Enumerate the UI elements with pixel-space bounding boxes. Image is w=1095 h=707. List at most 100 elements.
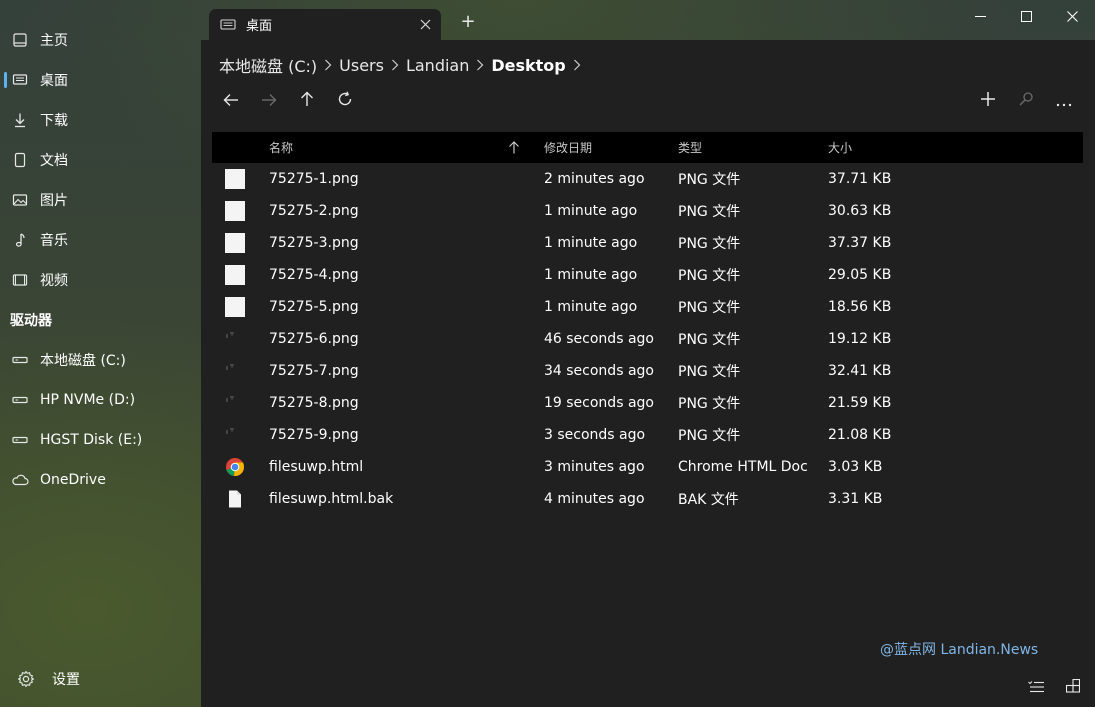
file-type: PNG 文件 (678, 236, 741, 252)
image-thumbnail-icon (225, 163, 245, 195)
table-row[interactable]: filesuwp.html.bak 4 minutes ago BAK 文件 3.31… (212, 483, 1083, 515)
sidebar-item-drive-e[interactable]: HGST Disk (E:) (0, 420, 201, 460)
file-name: filesuwp.html (269, 459, 364, 475)
forward-button[interactable] (256, 88, 282, 114)
home-icon (0, 32, 40, 48)
file-type: PNG 文件 (678, 204, 741, 220)
sidebar-item-drive-c[interactable]: 本地磁盘 (C:) (0, 340, 201, 380)
table-row[interactable]: 75275-5.png 1 minute ago PNG 文件 18.56 KB (212, 291, 1083, 323)
back-arrow-icon (223, 92, 239, 111)
close-tab-icon[interactable] (413, 19, 437, 30)
tiles-view-button[interactable] (1062, 676, 1084, 698)
close-button[interactable] (1049, 0, 1095, 32)
settings-button[interactable]: 设置 (0, 659, 201, 699)
sort-up-arrow-icon[interactable] (508, 132, 520, 163)
file-type: PNG 文件 (678, 332, 741, 348)
sidebar-item-label: HP NVMe (D:) (40, 392, 136, 408)
file-name: 75275-8.png (269, 395, 359, 411)
drives-section-header: 驱动器 (10, 313, 52, 329)
file-size: 18.56 KB (828, 299, 892, 315)
more-button[interactable] (1051, 88, 1077, 114)
file-size: 19.12 KB (828, 331, 892, 347)
image-thumbnail-icon (225, 323, 245, 355)
file-modified: 2 minutes ago (544, 171, 645, 187)
sidebar-item-videos[interactable]: 视频 (0, 260, 201, 300)
refresh-button[interactable] (332, 88, 358, 114)
chevron-right-icon[interactable] (391, 59, 399, 71)
breadcrumb-item[interactable]: Landian (406, 56, 469, 75)
table-row[interactable]: 75275-9.png 3 seconds ago PNG 文件 21.08 KB (212, 419, 1083, 451)
tab-desktop[interactable]: 桌面 (209, 9, 441, 40)
chevron-right-icon[interactable] (324, 59, 332, 71)
image-thumbnail-icon (225, 227, 245, 259)
breadcrumb: 本地磁盘 (C:) Users Landian Desktop (219, 52, 588, 78)
file-size: 37.37 KB (828, 235, 892, 251)
sidebar-item-label: OneDrive (40, 472, 106, 488)
file-name: 75275-4.png (269, 267, 359, 283)
file-name: 75275-3.png (269, 235, 359, 251)
sidebar-item-music[interactable]: 音乐 (0, 220, 201, 260)
sidebar-item-drive-d[interactable]: HP NVMe (D:) (0, 380, 201, 420)
file-modified: 3 seconds ago (544, 427, 646, 443)
forward-arrow-icon (261, 92, 277, 111)
sidebar-item-label: 本地磁盘 (C:) (40, 353, 126, 369)
search-icon (1018, 91, 1034, 111)
file-table: 名称 修改日期 类型 大小 75275-1.png 2 minutes ago PN… (212, 132, 1083, 515)
file-modified: 3 minutes ago (544, 459, 645, 475)
breadcrumb-current[interactable]: Desktop (491, 56, 565, 75)
chevron-right-icon[interactable] (573, 59, 581, 71)
chrome-icon (225, 451, 245, 483)
new-tab-button[interactable]: + (457, 10, 479, 32)
sidebar-item-label: 桌面 (40, 73, 68, 89)
breadcrumb-item[interactable]: 本地磁盘 (C:) (219, 53, 317, 77)
watermark: @蓝点网 Landian.News (880, 642, 1039, 658)
file-size: 30.63 KB (828, 203, 892, 219)
sidebar-item-label: 下载 (40, 113, 68, 129)
table-row[interactable]: 75275-6.png 46 seconds ago PNG 文件 19.12 KB (212, 323, 1083, 355)
file-type: PNG 文件 (678, 172, 741, 188)
file-modified: 1 minute ago (544, 299, 638, 315)
sidebar-item-label: 视频 (40, 273, 68, 289)
file-type: PNG 文件 (678, 428, 741, 444)
image-thumbnail-icon (225, 259, 245, 291)
table-row[interactable]: 75275-3.png 1 minute ago PNG 文件 37.37 KB (212, 227, 1083, 259)
minimize-icon (974, 7, 986, 26)
minimize-button[interactable] (957, 0, 1003, 32)
up-button[interactable] (294, 88, 320, 114)
download-icon (0, 112, 40, 128)
sidebar-item-home[interactable]: 主页 (0, 20, 201, 60)
breadcrumb-item[interactable]: Users (339, 56, 384, 75)
table-row[interactable]: filesuwp.html 3 minutes ago Chrome HTML Do… (212, 451, 1083, 483)
details-view-button[interactable] (1025, 676, 1047, 698)
table-row[interactable]: 75275-1.png 2 minutes ago PNG 文件 37.71 KB (212, 163, 1083, 195)
table-row[interactable]: 75275-8.png 19 seconds ago PNG 文件 21.59 KB (212, 387, 1083, 419)
column-header-size[interactable]: 大小 (828, 132, 852, 163)
back-button[interactable] (218, 88, 244, 114)
column-header-type[interactable]: 类型 (678, 132, 702, 163)
column-header-name[interactable]: 名称 (269, 132, 293, 163)
table-row[interactable]: 75275-7.png 34 seconds ago PNG 文件 32.41 KB (212, 355, 1083, 387)
drive-icon (0, 432, 40, 448)
close-icon (1066, 7, 1078, 26)
file-name: 75275-2.png (269, 203, 359, 219)
details-view-icon (1028, 678, 1044, 697)
picture-icon (0, 192, 40, 208)
maximize-button[interactable] (1003, 0, 1049, 32)
chevron-right-icon[interactable] (476, 59, 484, 71)
table-row[interactable]: 75275-4.png 1 minute ago PNG 文件 29.05 KB (212, 259, 1083, 291)
drive-icon (0, 392, 40, 408)
add-button[interactable] (975, 88, 1001, 114)
sidebar-item-pictures[interactable]: 图片 (0, 180, 201, 220)
sidebar-item-downloads[interactable]: 下载 (0, 100, 201, 140)
sidebar-item-documents[interactable]: 文档 (0, 140, 201, 180)
file-icon (225, 483, 245, 515)
sidebar-item-onedrive[interactable]: OneDrive (0, 460, 201, 500)
file-type: BAK 文件 (678, 492, 739, 508)
table-row[interactable]: 75275-2.png 1 minute ago PNG 文件 30.63 KB (212, 195, 1083, 227)
search-button[interactable] (1013, 88, 1039, 114)
sidebar-item-desktop[interactable]: 桌面 (0, 60, 201, 100)
video-icon (0, 272, 40, 288)
column-header-modified[interactable]: 修改日期 (544, 132, 592, 163)
music-icon (0, 232, 40, 248)
image-thumbnail-icon (225, 387, 245, 419)
